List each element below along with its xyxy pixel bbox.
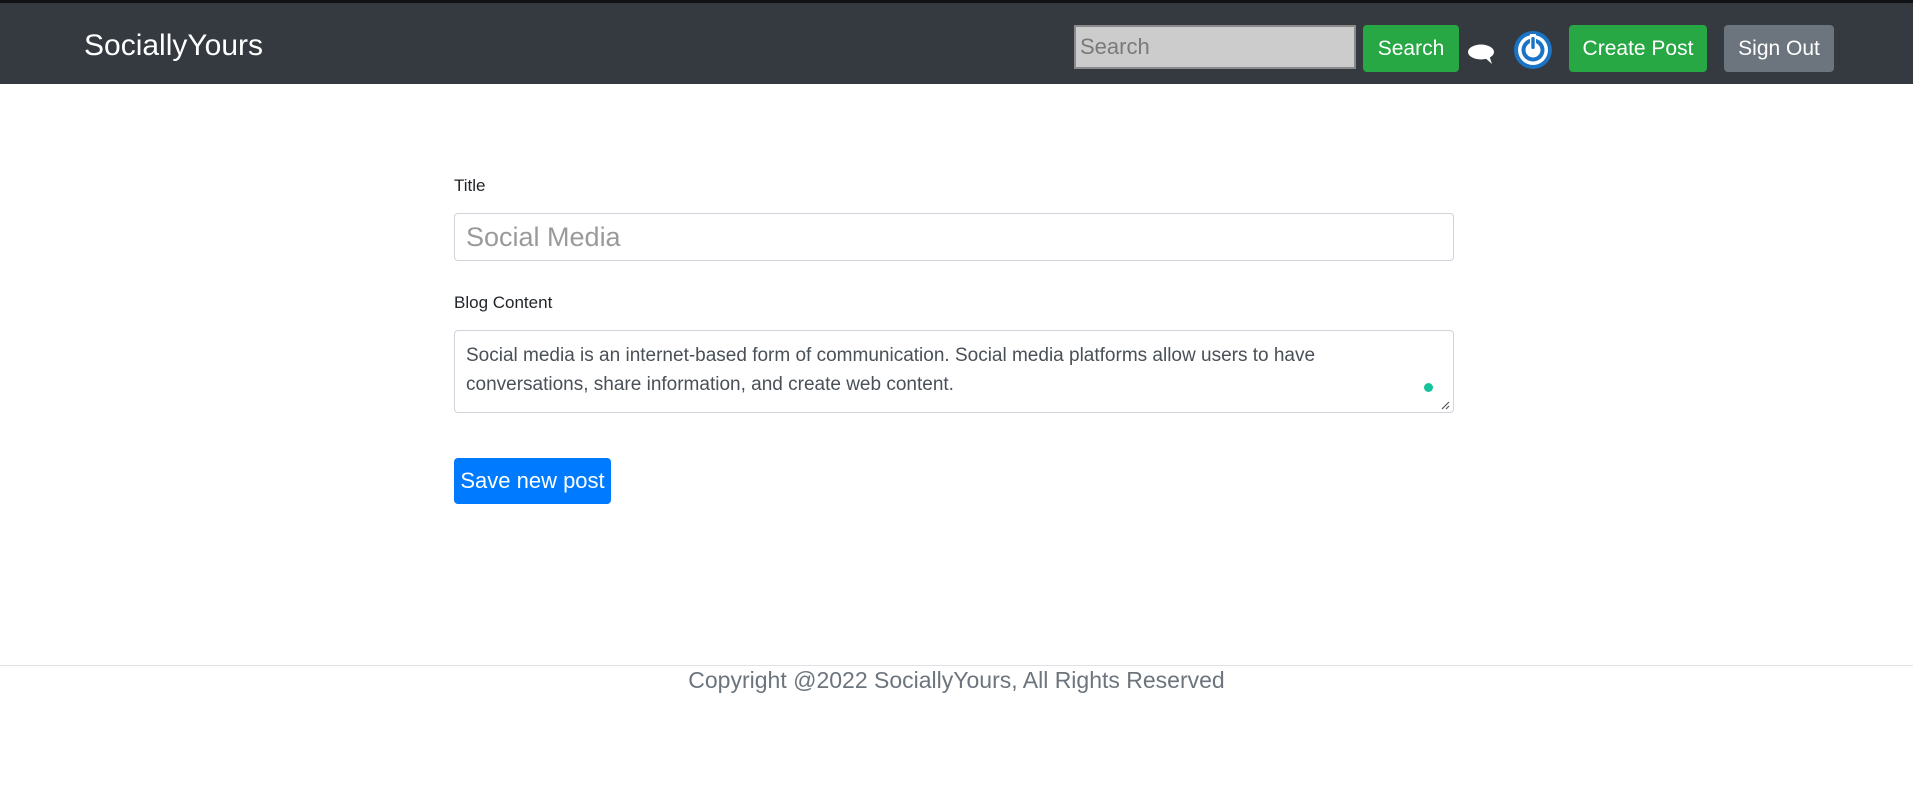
resize-handle-icon[interactable] xyxy=(1440,400,1450,410)
title-input[interactable] xyxy=(454,213,1454,261)
save-new-post-button[interactable]: Save new post xyxy=(454,458,611,504)
power-icon[interactable] xyxy=(1513,30,1553,70)
search-input[interactable] xyxy=(1074,25,1356,69)
top-navbar: SociallyYours Search Create Post Sign Ou… xyxy=(0,3,1913,84)
sign-out-button[interactable]: Sign Out xyxy=(1724,25,1834,72)
blog-content-label: Blog Content xyxy=(454,293,553,312)
grammar-assistant-icon[interactable] xyxy=(1424,383,1433,392)
copyright-text: Copyright @2022 SociallyYours, All Right… xyxy=(688,667,1225,693)
brand-logo[interactable]: SociallyYours xyxy=(84,28,263,64)
create-post-button[interactable]: Create Post xyxy=(1569,25,1707,72)
search-button[interactable]: Search xyxy=(1363,25,1459,72)
title-label: Title xyxy=(454,176,486,195)
chat-bubble-icon[interactable] xyxy=(1466,41,1498,67)
blog-content-textarea[interactable]: Social media is an internet-based form o… xyxy=(454,330,1454,413)
footer-divider xyxy=(0,665,1913,666)
